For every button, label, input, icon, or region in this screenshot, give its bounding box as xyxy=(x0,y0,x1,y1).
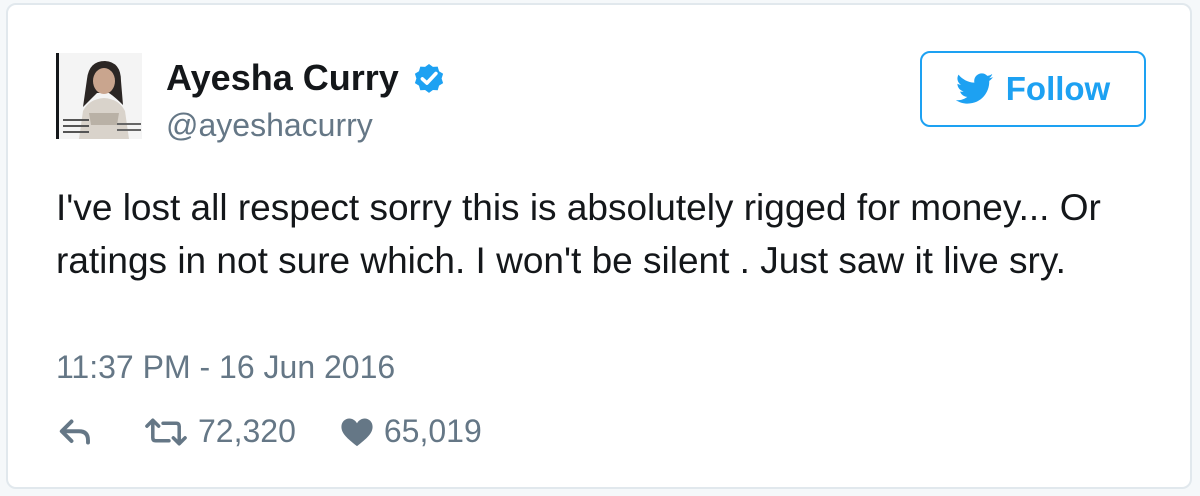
avatar-photo xyxy=(59,53,142,139)
reply-icon xyxy=(59,419,90,444)
heart-icon xyxy=(341,418,373,446)
like-count: 65,019 xyxy=(383,413,482,449)
retweet-icon xyxy=(145,418,187,445)
twitter-bird-icon xyxy=(955,73,994,104)
author-name-row[interactable]: Ayesha Curry xyxy=(166,57,447,99)
avatar[interactable] xyxy=(56,53,142,139)
retweet-button[interactable]: 72,320 xyxy=(144,413,296,450)
author-handle[interactable]: @ayeshacurry xyxy=(166,107,373,144)
tweet-text: I've lost all respect sorry this is abso… xyxy=(56,187,1101,281)
tweet-actions: 72,320 65,019 xyxy=(58,413,482,450)
follow-button-label: Follow xyxy=(1005,70,1111,107)
reply-button[interactable] xyxy=(58,417,94,447)
author-name[interactable]: Ayesha Curry xyxy=(166,57,399,99)
like-button[interactable]: 65,019 xyxy=(340,413,482,450)
retweet-count: 72,320 xyxy=(198,413,296,449)
follow-button[interactable]: Follow xyxy=(920,51,1146,127)
tweet-card: Ayesha Curry @ayeshacurry Follow I've lo… xyxy=(6,3,1192,489)
verified-badge-icon xyxy=(414,64,443,93)
tweet-timestamp[interactable]: 11:37 PM - 16 Jun 2016 xyxy=(56,349,395,386)
